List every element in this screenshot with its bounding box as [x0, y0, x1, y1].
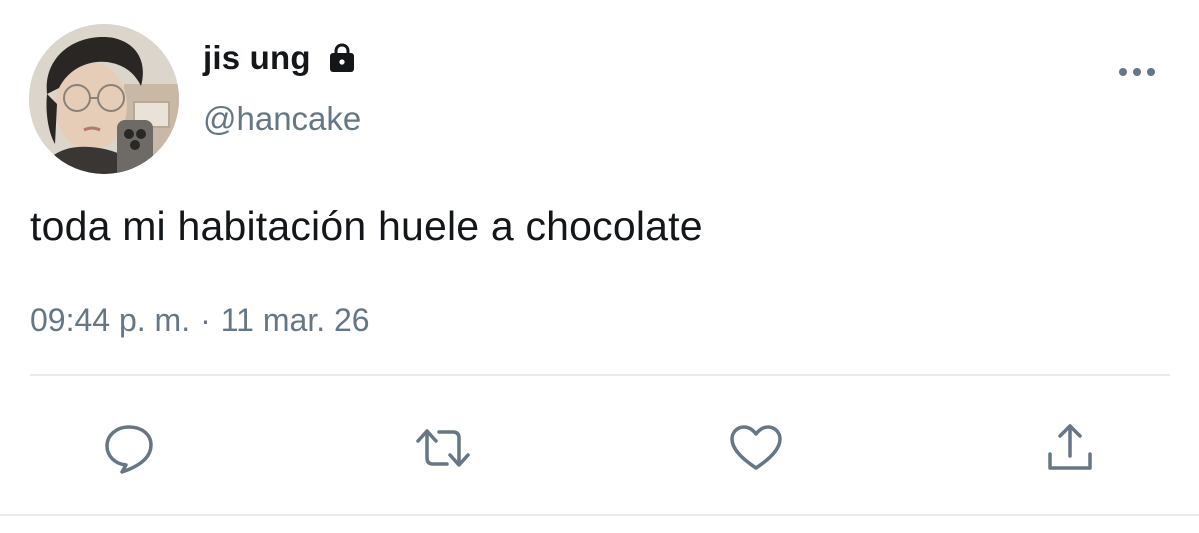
tweet-metadata: 09:44 p. m. · 11 mar. 26 [30, 302, 370, 339]
share-button[interactable] [1040, 418, 1100, 478]
divider [30, 374, 1170, 376]
tweet-time[interactable]: 09:44 p. m. [30, 302, 190, 339]
display-name[interactable]: jis ung [203, 39, 311, 77]
heart-icon [730, 425, 782, 470]
reply-button[interactable] [99, 418, 159, 478]
speech-bubble-icon [105, 425, 153, 474]
avatar[interactable] [29, 24, 179, 174]
lock-icon [325, 41, 359, 75]
retweet-icon [416, 429, 470, 467]
tweet-date[interactable]: 11 mar. 26 [221, 302, 370, 339]
bottom-divider [0, 514, 1199, 516]
more-options-button[interactable] [1114, 60, 1160, 84]
meta-separator: · [200, 302, 211, 338]
tweet-card: jis ung @hancake toda mi habitación huel… [0, 0, 1199, 533]
more-horizontal-icon [1119, 68, 1155, 76]
share-icon [1048, 424, 1092, 470]
like-button[interactable] [726, 418, 786, 478]
display-name-row: jis ung [203, 38, 359, 78]
retweet-button[interactable] [413, 418, 473, 478]
tweet-text: toda mi habitación huele a chocolate [30, 203, 703, 249]
user-handle[interactable]: @hancake [203, 100, 361, 138]
avatar-image [29, 24, 179, 174]
